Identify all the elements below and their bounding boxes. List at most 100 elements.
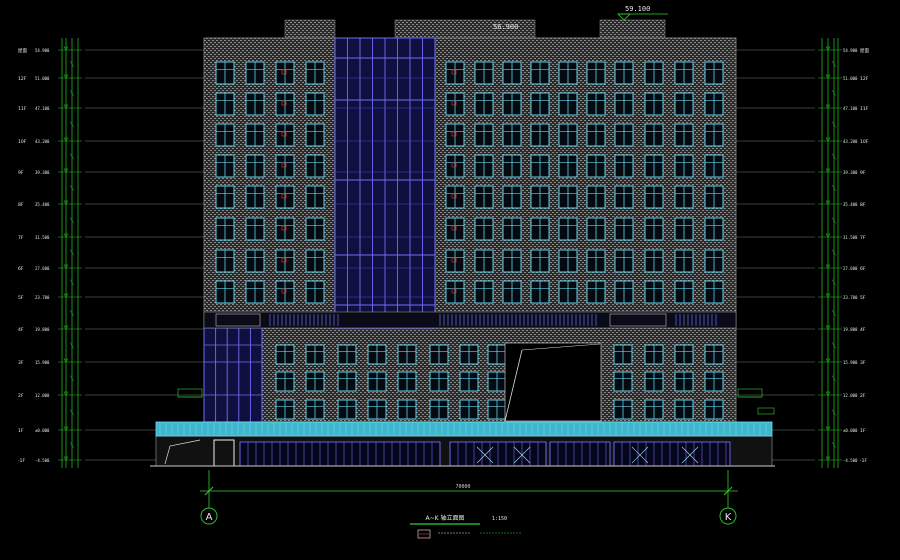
window [397,399,417,420]
floor-label: -1F [18,458,25,464]
window [445,249,465,273]
window [674,344,694,365]
axis-label-right: K [725,512,732,523]
elevation-label: ±0.000 [843,428,858,433]
window [614,92,634,116]
window [474,154,494,178]
window [445,61,465,85]
floor-label: 7F [18,235,24,241]
window [530,217,550,241]
window [305,92,325,116]
window [586,154,606,178]
elevation-label: 39.300 [843,170,858,175]
elevation-label: 12.000 [843,393,858,398]
floor-label: 10F [860,139,869,145]
window [674,185,694,209]
elevation-label: 47.100 [843,106,858,111]
window [337,344,357,365]
window [275,217,295,241]
axis-bubble-right: K [719,507,737,525]
window [530,123,550,147]
window [704,154,724,178]
window [644,217,664,241]
elevation-label: 19.800 [35,327,50,332]
window [367,399,387,420]
curtain-wall-lower-left [203,327,263,423]
window [215,154,235,178]
window [674,154,694,178]
window [704,399,724,420]
shopfront-frame [613,441,731,467]
window [558,249,578,273]
window [305,249,325,273]
window [674,399,694,420]
elevation-label: 43.200 [35,139,50,144]
window [614,249,634,273]
window [275,61,295,85]
window [674,249,694,273]
elevation-label: -4.500 [843,458,858,463]
window [558,217,578,241]
top-elevation-text: 59.100 [625,5,650,13]
window [704,92,724,116]
elevation-label: 39.300 [35,170,50,175]
window [644,399,664,420]
window [613,344,633,365]
floor-label: 屋面 [860,48,869,54]
elevation-drawing: 屋面 54.90012F 51.00011F 47.10010F 43.2009F 39.… [18,5,869,539]
floor-label: 11F [860,106,869,112]
window [215,123,235,147]
window [502,92,522,116]
floor-label: 6F [860,266,866,272]
window [337,399,357,420]
elevation-label: 54.900 [843,48,858,53]
window [644,344,664,365]
window [502,249,522,273]
window [305,217,325,241]
window [429,371,449,392]
window [704,217,724,241]
floor-label: 3F [860,360,866,366]
window [644,249,664,273]
elevation-label: 35.400 [35,202,50,207]
window [429,399,449,420]
window [245,185,265,209]
window [644,154,664,178]
elevation-label: 12.000 [35,393,50,398]
window [459,399,479,420]
window [445,154,465,178]
atrium-opening [504,342,602,422]
window [614,185,634,209]
window [474,217,494,241]
window [275,344,295,365]
axis-bubble-left: A [200,507,218,525]
window [614,61,634,85]
window [275,249,295,273]
axis-label-left: A [206,512,213,523]
floor-label: 10F [18,139,27,145]
floor-label: 6F [18,266,24,272]
floor-label: 5F [860,295,866,301]
window [459,344,479,365]
elevation-label: 31.500 [843,235,858,240]
floor-label: 8F [18,202,24,208]
window [502,185,522,209]
window [474,185,494,209]
window [614,154,634,178]
window [530,92,550,116]
floor-label: 9F [860,170,866,176]
window [644,280,664,304]
window [245,123,265,147]
window [644,61,664,85]
window [674,217,694,241]
window [397,371,417,392]
window [275,123,295,147]
window [558,185,578,209]
window [704,344,724,365]
window [305,123,325,147]
window [613,399,633,420]
window [586,61,606,85]
window [245,249,265,273]
window [445,280,465,304]
drawing-title-block: A~K 轴立面图 1:150 [410,514,522,539]
